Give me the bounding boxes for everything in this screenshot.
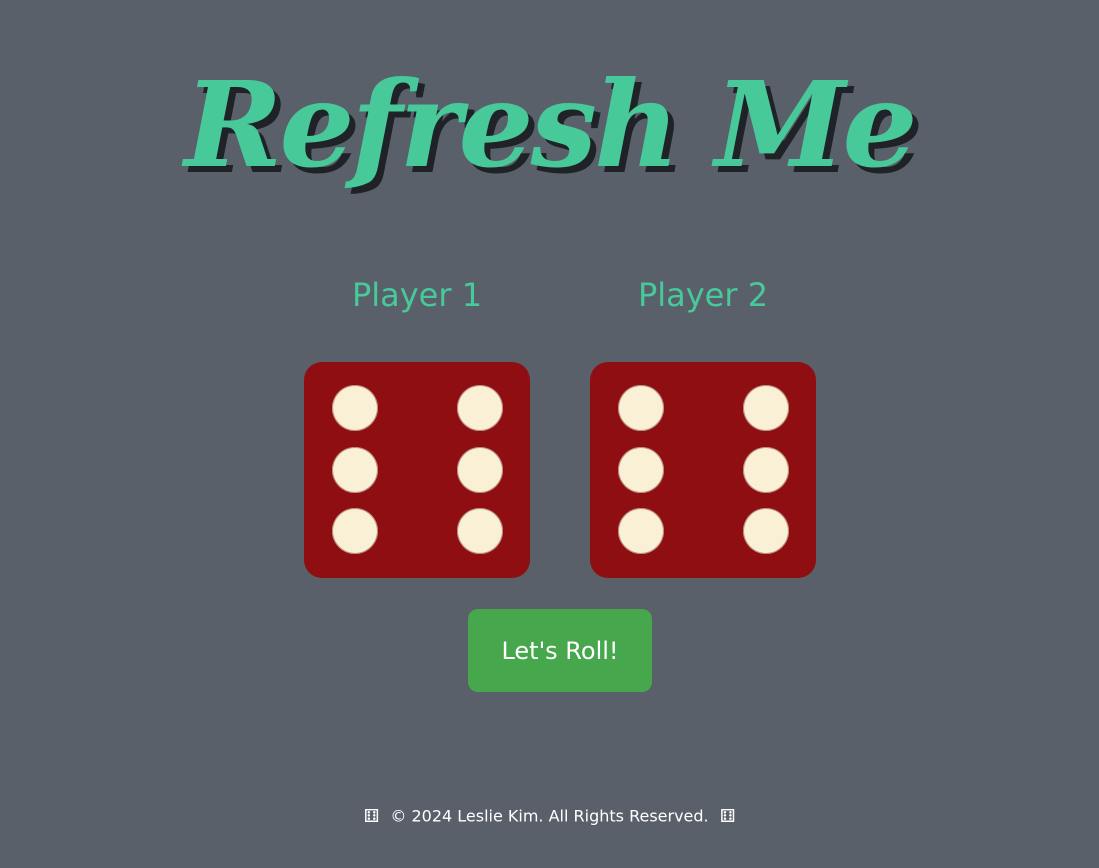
player-2-label: Player 2	[637, 276, 769, 314]
die-pip	[618, 447, 664, 493]
die-pip	[457, 385, 503, 431]
player-1-die	[304, 362, 530, 578]
die-pip	[457, 447, 503, 493]
die-pip	[743, 508, 789, 554]
player-2-die	[590, 362, 816, 578]
die-pip	[457, 508, 503, 554]
footer-copyright: © 2024 Leslie Kim. All Rights Reserved.	[390, 806, 709, 826]
roll-button[interactable]: Let's Roll!	[468, 609, 652, 692]
die-pip	[332, 508, 378, 554]
footer: ⚅ © 2024 Leslie Kim. All Rights Reserved…	[0, 800, 1099, 833]
die-pip	[332, 447, 378, 493]
page-title: Refresh Me	[184, 55, 917, 194]
die-pip	[332, 385, 378, 431]
die-pip	[618, 385, 664, 431]
dice-icon: ⚅	[719, 805, 736, 827]
player-1-label: Player 1	[351, 276, 483, 314]
dice-icon: ⚅	[363, 805, 380, 827]
die-pip	[743, 385, 789, 431]
die-pip	[743, 447, 789, 493]
die-pip	[618, 508, 664, 554]
